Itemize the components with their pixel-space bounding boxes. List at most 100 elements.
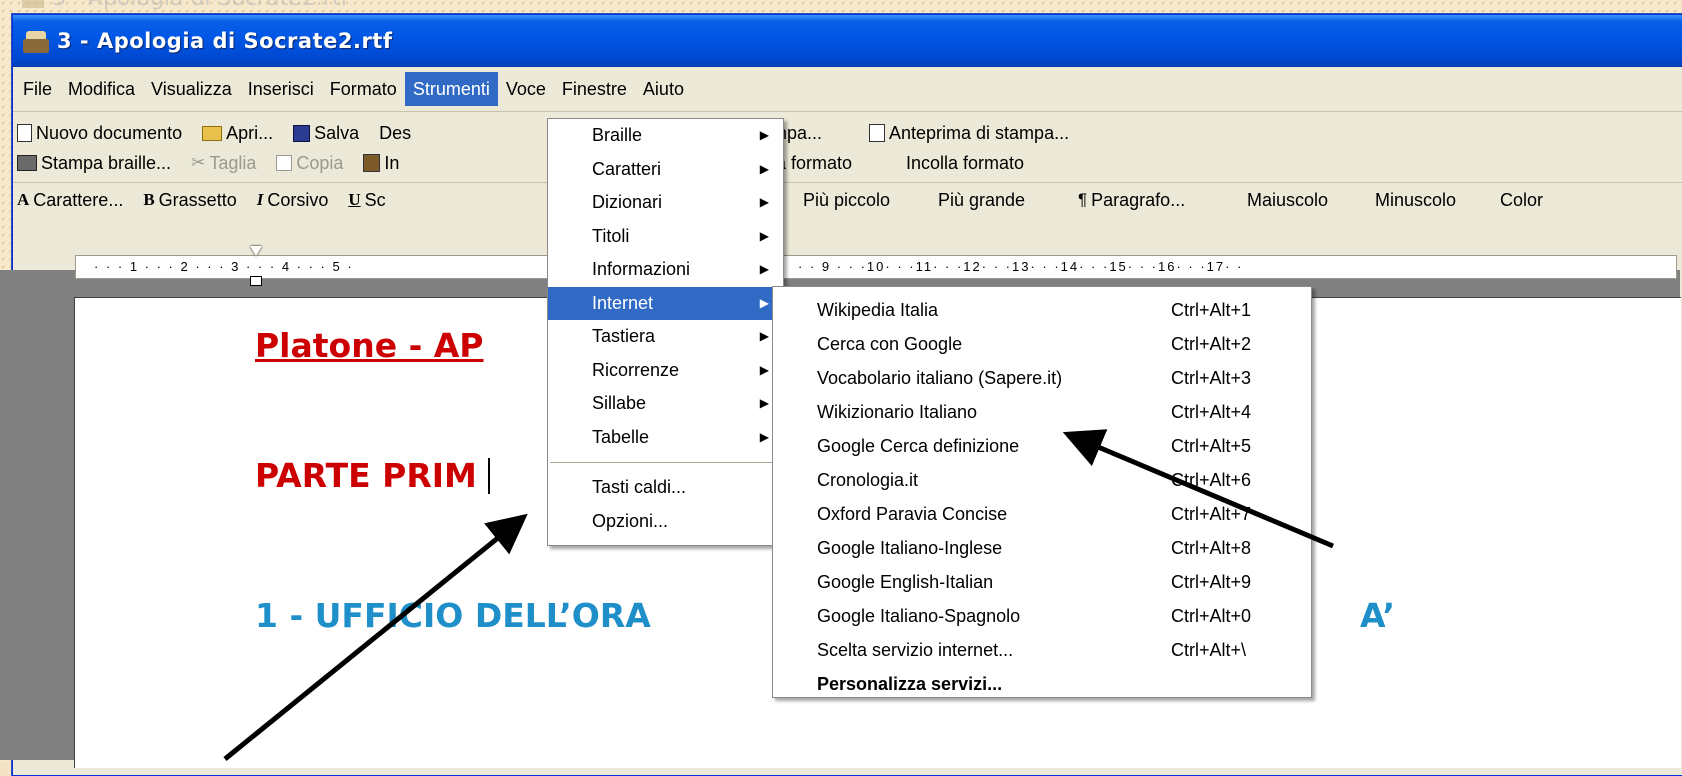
open-folder-icon bbox=[202, 125, 223, 141]
shortcut-label: Ctrl+Alt+8 bbox=[1171, 538, 1252, 558]
menu-finestre[interactable]: Finestre bbox=[554, 72, 635, 106]
title-bar[interactable]: 3 - Apologia di Socrate2.rtf bbox=[13, 15, 1682, 67]
menu-item-label: Personalizza servizi... bbox=[817, 674, 1003, 694]
print-braille-label: Stampa braille... bbox=[41, 152, 172, 173]
menu-item-wikipedia-italia[interactable]: Wikipedia Italia Ctrl+Alt+1 bbox=[773, 293, 1311, 327]
menu-item-titoli[interactable]: Titoli ▶ bbox=[548, 220, 783, 254]
menu-item-google-en-it[interactable]: Google English-Italian Ctrl+Alt+9 bbox=[773, 565, 1311, 599]
paste-button[interactable]: In bbox=[363, 153, 399, 174]
submenu-arrow-icon: ▶ bbox=[759, 329, 769, 343]
toolbar-file: Nuovo documento Apri... Salva Des mpa...… bbox=[13, 118, 1682, 148]
menu-formato[interactable]: Formato bbox=[322, 72, 405, 106]
menu-item-dizionari[interactable]: Dizionari ▶ bbox=[548, 186, 783, 220]
new-document-icon bbox=[17, 124, 32, 142]
internet-submenu: Wikipedia Italia Ctrl+Alt+1 Cerca con Goo… bbox=[772, 286, 1312, 698]
italic-button[interactable]: I Corsivo bbox=[257, 190, 329, 211]
menu-item-label: Caratteri bbox=[592, 158, 662, 179]
color-button[interactable]: Color bbox=[1500, 190, 1543, 211]
document-section-title-tail: A’ bbox=[1360, 596, 1396, 635]
menu-item-label: Google English-Italian bbox=[817, 572, 994, 592]
ruler[interactable]: · · · 1 · · · 2 · · · 3 · · · 4 · · · 5 … bbox=[75, 246, 1677, 286]
uppercase-button[interactable]: Maiuscolo bbox=[1247, 190, 1328, 211]
print-braille-button[interactable]: Stampa braille... bbox=[17, 153, 171, 174]
submenu-arrow-icon: ▶ bbox=[759, 262, 769, 276]
character-label: Carattere... bbox=[33, 189, 124, 210]
menu-item-label: Cronologia.it bbox=[817, 470, 919, 490]
menu-item-scelta-servizio[interactable]: Scelta servizio internet... Ctrl+Alt+\ bbox=[773, 633, 1311, 667]
submenu-arrow-icon: ▶ bbox=[759, 228, 769, 243]
menu-aiuto[interactable]: Aiuto bbox=[635, 72, 692, 106]
menu-item-google-it-es[interactable]: Google Italiano-Spagnolo Ctrl+Alt+0 bbox=[773, 599, 1311, 633]
open-button[interactable]: Apri... bbox=[202, 123, 273, 144]
menu-item-opzioni[interactable]: Opzioni... bbox=[548, 505, 783, 539]
bold-button[interactable]: B Grassetto bbox=[143, 190, 236, 211]
menu-item-label: Informazioni bbox=[592, 259, 691, 279]
save-label: Salva bbox=[314, 122, 360, 143]
menu-item-oxford-paravia[interactable]: Oxford Paravia Concise Ctrl+Alt+7 bbox=[773, 497, 1311, 531]
copy-icon bbox=[276, 155, 293, 171]
ruler-ticks-left: · · · 1 · · · 2 · · · 3 · · · 4 · · · 5 … bbox=[94, 259, 354, 274]
save-button[interactable]: Salva bbox=[293, 123, 359, 144]
cut-button[interactable]: ✂ Taglia bbox=[191, 153, 256, 174]
menu-voce[interactable]: Voce bbox=[498, 72, 554, 106]
menu-item-label: Ricorrenze bbox=[592, 359, 680, 380]
menu-item-label: Vocabolario italiano (Sapere.it) bbox=[817, 368, 1063, 388]
menu-modifica[interactable]: Modifica bbox=[60, 72, 143, 106]
copy-format-button[interactable]: ia formato bbox=[772, 153, 852, 174]
menu-item-vocabolario-italiano[interactable]: Vocabolario italiano (Sapere.it) Ctrl+Alt… bbox=[773, 361, 1311, 395]
menu-strumenti[interactable]: Strumenti bbox=[404, 72, 498, 106]
menu-item-label: Titoli bbox=[592, 225, 630, 246]
menu-item-informazioni[interactable]: Informazioni ▶ bbox=[548, 253, 783, 287]
submenu-arrow-icon: ▶ bbox=[759, 396, 769, 410]
indent-marker[interactable] bbox=[250, 246, 262, 288]
menu-separator bbox=[550, 462, 781, 463]
submenu-arrow-icon: ▶ bbox=[759, 362, 769, 377]
menu-item-tabelle[interactable]: Tabelle ▶ bbox=[548, 421, 783, 455]
menu-item-braille[interactable]: Braille ▶ bbox=[548, 119, 783, 153]
printer-icon bbox=[17, 155, 37, 171]
menu-item-label: Scelta servizio internet... bbox=[817, 640, 1014, 660]
menu-item-cronologia[interactable]: Cronologia.it Ctrl+Alt+6 bbox=[773, 463, 1311, 497]
menu-item-caratteri[interactable]: Caratteri ▶ bbox=[548, 153, 783, 187]
smaller-button[interactable]: Più piccolo bbox=[803, 190, 890, 211]
save-disk-icon bbox=[293, 124, 311, 142]
character-a-icon: A bbox=[17, 190, 30, 209]
shortcut-label: Ctrl+Alt+6 bbox=[1171, 470, 1252, 490]
character-button[interactable]: A Carattere... bbox=[17, 190, 123, 211]
menu-file[interactable]: File bbox=[15, 72, 60, 106]
shortcut-label: Ctrl+Alt+1 bbox=[1171, 300, 1252, 320]
menu-item-ricorrenze[interactable]: Ricorrenze ▶ bbox=[548, 354, 783, 388]
menu-item-tastiera[interactable]: Tastiera ▶ bbox=[548, 320, 783, 354]
menu-item-tasti-caldi[interactable]: Tasti caldi... bbox=[548, 471, 783, 505]
shortcut-label: Ctrl+Alt+2 bbox=[1171, 334, 1252, 354]
bold-label: Grassetto bbox=[158, 189, 237, 210]
print-preview-button[interactable]: Anteprima di stampa... bbox=[869, 123, 1069, 144]
menu-item-google-definizione[interactable]: Google Cerca definizione Ctrl+Alt+5 bbox=[773, 429, 1311, 463]
menu-item-personalizza-servizi[interactable]: Personalizza servizi... bbox=[773, 667, 1311, 701]
underline-button[interactable]: U Sc bbox=[348, 190, 385, 211]
menu-item-wikizionario[interactable]: Wikizionario Italiano Ctrl+Alt+4 bbox=[773, 395, 1311, 429]
des-label: Des bbox=[379, 122, 412, 143]
strumenti-dropdown-menu: Braille ▶ Caratteri ▶ Dizionari ▶ Titoli ▶ I… bbox=[547, 118, 784, 546]
des-button[interactable]: Des bbox=[379, 123, 411, 144]
ghost-title-text: 3 - Apologia di Socrate2.rtf bbox=[52, 0, 348, 11]
submenu-arrow-icon: ▶ bbox=[759, 128, 769, 142]
menu-item-sillabe[interactable]: Sillabe ▶ bbox=[548, 387, 783, 421]
menu-visualizza[interactable]: Visualizza bbox=[143, 72, 240, 106]
new-document-button[interactable]: Nuovo documento bbox=[17, 123, 182, 144]
menu-item-google-it-en[interactable]: Google Italiano-Inglese Ctrl+Alt+8 bbox=[773, 531, 1311, 565]
new-document-label: Nuovo documento bbox=[36, 122, 183, 143]
menu-item-cerca-google[interactable]: Cerca con Google Ctrl+Alt+2 bbox=[773, 327, 1311, 361]
paste-format-button[interactable]: Incolla formato bbox=[906, 153, 1024, 174]
shortcut-label: Ctrl+Alt+9 bbox=[1171, 572, 1252, 592]
menu-item-internet[interactable]: Internet ▶ bbox=[548, 286, 783, 320]
lowercase-button[interactable]: Minuscolo bbox=[1375, 190, 1456, 211]
copy-button[interactable]: Copia bbox=[276, 153, 343, 174]
color-label: Color bbox=[1500, 189, 1544, 210]
paragraph-button[interactable]: ¶ Paragrafo... bbox=[1078, 190, 1185, 211]
shortcut-label: Ctrl+Alt+\ bbox=[1171, 640, 1247, 660]
shortcut-label: Ctrl+Alt+3 bbox=[1171, 368, 1252, 388]
submenu-arrow-icon: ▶ bbox=[759, 195, 769, 209]
bigger-button[interactable]: Più grande bbox=[938, 190, 1025, 211]
menu-inserisci[interactable]: Inserisci bbox=[240, 72, 322, 106]
